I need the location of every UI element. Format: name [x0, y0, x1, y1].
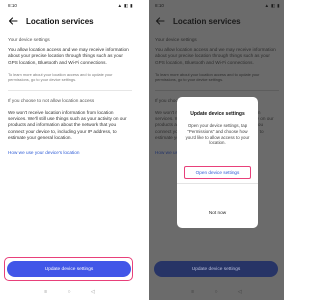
dialog-body: Open your device settings, tap "Permissi… [185, 123, 250, 146]
home-icon[interactable]: ○ [68, 289, 71, 295]
status-time: 8:10 [155, 3, 164, 8]
phone-screen-left: 8:10 ▲ ◧ ▮ Location services Your device… [2, 0, 137, 300]
open-device-settings-button[interactable]: Open device settings [184, 166, 251, 179]
not-now-button[interactable]: Not now [177, 210, 258, 215]
status-time: 8:10 [8, 3, 17, 8]
divider [155, 89, 279, 91]
back-arrow-icon[interactable] [8, 16, 18, 26]
section-device-settings-label: Your device settings [155, 37, 197, 42]
update-device-settings-button: Update device settings [154, 261, 278, 277]
page-title: Location services [173, 16, 241, 26]
app-header: Location services [2, 13, 137, 29]
app-header: Location services [149, 13, 284, 29]
divider [8, 89, 132, 91]
settings-content: Your device settings You allow location … [8, 37, 132, 155]
back-icon[interactable]: ◁ [238, 289, 242, 295]
back-icon[interactable]: ◁ [91, 289, 95, 295]
update-settings-dialog: Update device settings Open your device … [177, 97, 258, 228]
section-device-settings-body: You allow location access and we may rec… [155, 47, 276, 65]
home-icon[interactable]: ○ [215, 289, 218, 295]
device-location-link[interactable]: How we use your device's location [8, 150, 132, 155]
dialog-title: Update device settings [190, 111, 245, 117]
status-bar: 8:10 ▲ ◧ ▮ [2, 0, 137, 10]
dialog-divider [177, 183, 258, 184]
section-device-settings-note: To learn more about your location access… [155, 72, 260, 83]
recents-icon[interactable]: ≡ [44, 289, 47, 295]
system-nav-bar: ≡ ○ ◁ [149, 289, 284, 295]
section-device-settings-label: Your device settings [8, 37, 50, 42]
page-title: Location services [26, 16, 94, 26]
section-not-allow-label: If you choose to not allow location acce… [8, 97, 95, 103]
section-device-settings-body: You allow location access and we may rec… [8, 47, 129, 65]
phone-screen-right: 8:10 ▲ ◧ ▮ Location services Your device… [149, 0, 284, 300]
section-device-settings-note: To learn more about your location access… [8, 72, 113, 83]
back-arrow-icon [155, 16, 165, 26]
section-not-allow-body: We won't receive location information fr… [8, 109, 127, 141]
screenshot-pair: 8:10 ▲ ◧ ▮ Location services Your device… [0, 0, 286, 300]
update-device-settings-button[interactable]: Update device settings [7, 261, 131, 277]
status-icons: ▲ ◧ ▮ [264, 3, 280, 8]
status-icons: ▲ ◧ ▮ [117, 3, 133, 8]
status-bar: 8:10 ▲ ◧ ▮ [149, 0, 284, 10]
system-nav-bar: ≡ ○ ◁ [2, 289, 137, 295]
recents-icon[interactable]: ≡ [191, 289, 194, 295]
